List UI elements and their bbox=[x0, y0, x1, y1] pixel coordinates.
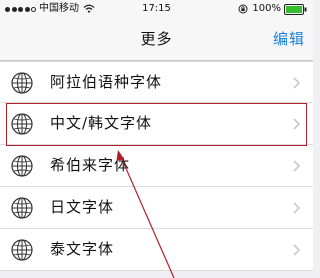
navigation-bar: 更多 编辑 bbox=[0, 18, 313, 61]
edit-button[interactable]: 编辑 bbox=[273, 30, 305, 48]
list-item-label: 日文字体 bbox=[50, 198, 115, 216]
globe-icon bbox=[11, 72, 33, 94]
battery-percent: 100% bbox=[252, 3, 281, 14]
chevron-right-icon bbox=[293, 77, 300, 89]
globe-icon bbox=[11, 239, 33, 261]
globe-icon bbox=[11, 113, 33, 135]
list-item-arabic-font[interactable]: 阿拉伯语种字体 bbox=[0, 61, 313, 103]
battery-icon bbox=[284, 3, 307, 15]
status-bar: 中国移动 17:15 100% bbox=[0, 0, 313, 18]
chevron-right-icon bbox=[293, 244, 300, 256]
list-item-japanese-font[interactable]: 日文字体 bbox=[0, 187, 313, 229]
status-right: 100% bbox=[238, 3, 307, 15]
list-item-chinese-korean-font[interactable]: 中文/韩文字体 bbox=[0, 103, 313, 145]
list-item-hebrew-font[interactable]: 希伯来字体 bbox=[0, 145, 313, 187]
chevron-right-icon bbox=[293, 160, 300, 172]
rotation-lock-icon bbox=[238, 4, 248, 14]
list-item-label: 泰文字体 bbox=[50, 240, 115, 258]
list-item-label: 阿拉伯语种字体 bbox=[50, 73, 163, 91]
list-item-label: 中文/韩文字体 bbox=[50, 114, 153, 132]
list-item-label: 希伯来字体 bbox=[50, 156, 131, 174]
globe-icon bbox=[11, 197, 33, 219]
list-item-thai-font[interactable]: 泰文字体 bbox=[0, 229, 313, 271]
chevron-right-icon bbox=[293, 118, 300, 130]
globe-icon bbox=[11, 155, 33, 177]
page-title: 更多 bbox=[140, 30, 173, 48]
chevron-right-icon bbox=[293, 202, 300, 214]
font-list: 阿拉伯语种字体 中文/韩文字体 希伯来字体 日文字体 泰文字体 bbox=[0, 61, 313, 271]
